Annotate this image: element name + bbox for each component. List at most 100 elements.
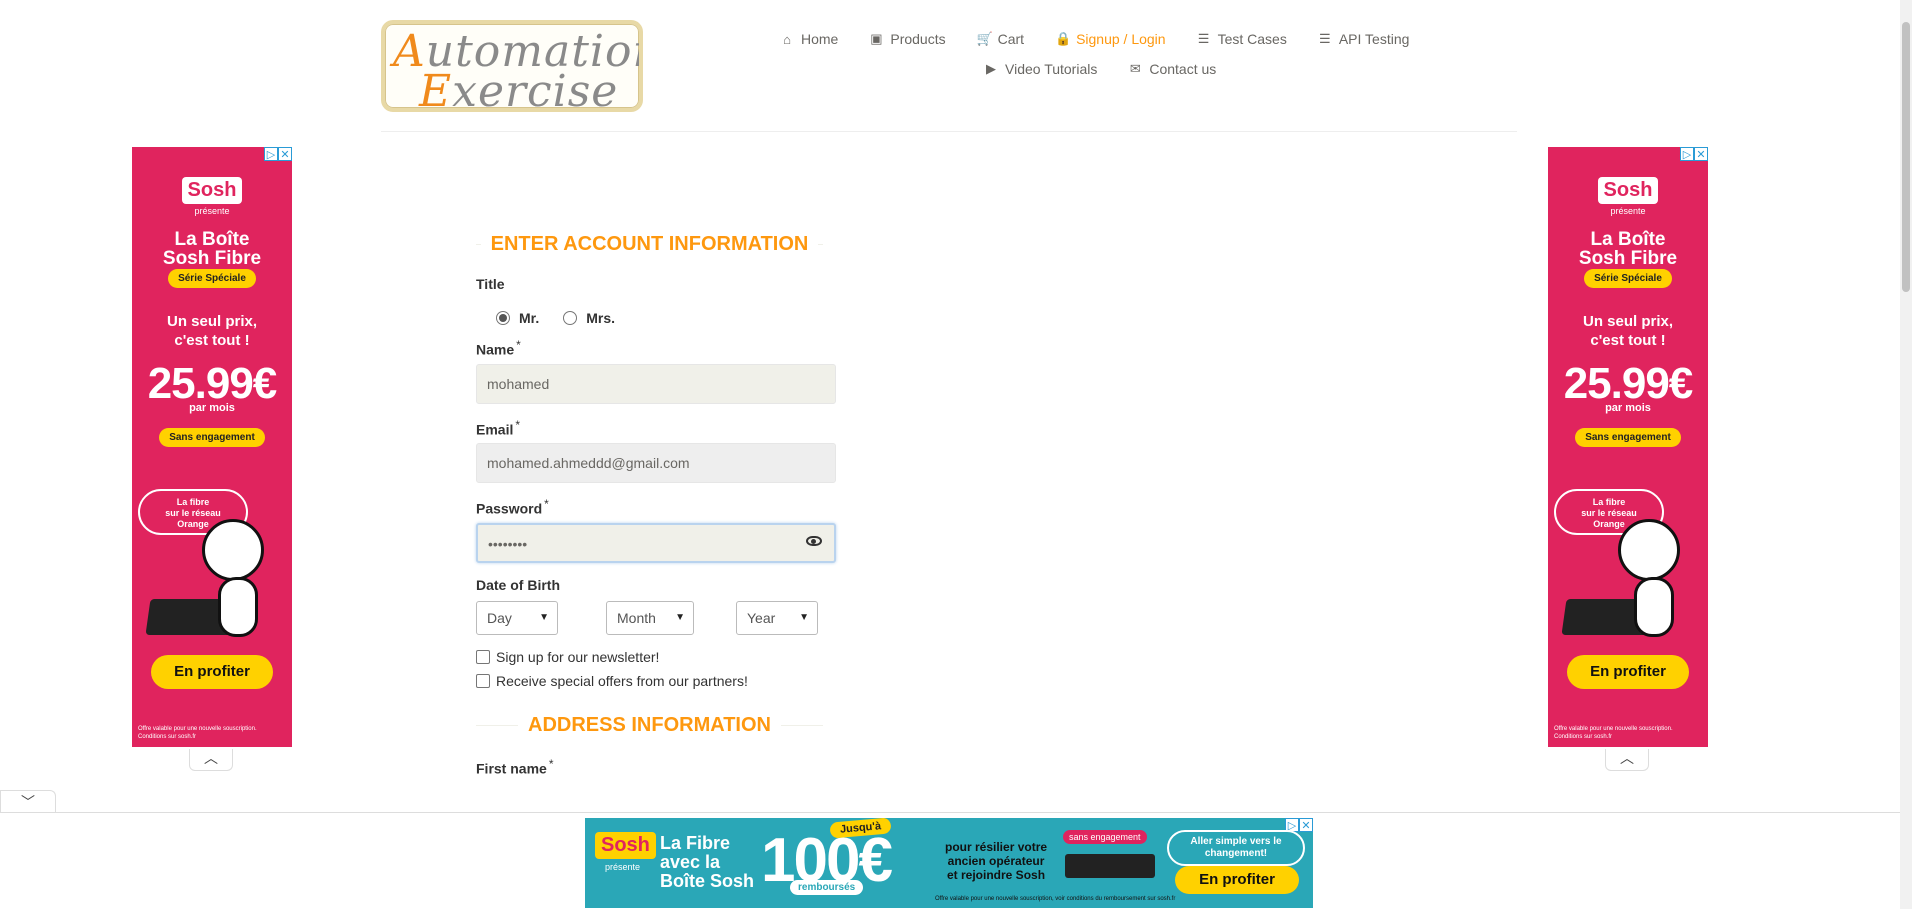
ad-fibre-line-1: La fibre (1592, 497, 1626, 507)
nav-signup-login[interactable]: 🔒 Signup / Login (1055, 31, 1166, 47)
title-mrs-radio[interactable] (563, 311, 578, 325)
ad-title: La Fibre avec la Boîte Sosh (660, 834, 754, 891)
site-logo[interactable]: Automation Exercise (381, 20, 643, 112)
title-mr-radio[interactable] (496, 311, 510, 325)
title-option-mrs[interactable]: Mrs. (563, 310, 615, 326)
ad-badge: Série Spéciale (168, 269, 256, 288)
header-divider (381, 131, 1517, 132)
ad-fibre-line-2: sur le réseau (1581, 508, 1637, 518)
email-label: Email * (476, 418, 836, 438)
ad-aller-line-1: Aller simple vers le (1190, 836, 1282, 847)
ad-mascot-body (1634, 577, 1674, 637)
newsletter-checkbox[interactable] (476, 649, 490, 664)
offers-label: Receive special offers from our partners… (496, 672, 748, 689)
ad-price: 25.99€ (147, 359, 278, 408)
ad-presents: présente (1610, 206, 1646, 216)
dob-selects: Day ▼ Month ▼ Year ▼ (476, 600, 836, 635)
adchoices-icon[interactable]: ▷ (264, 147, 278, 161)
ad-text-line-1: pour résilier votre (945, 840, 1048, 854)
ad-title-line-2: Sosh Fibre (162, 248, 262, 269)
chevron-down-icon: ▼ (675, 612, 685, 624)
ad-cta-button[interactable]: En profiter (1175, 866, 1299, 894)
ad-choices[interactable]: ▷ ✕ (264, 147, 292, 161)
name-label-text: Name (476, 341, 515, 358)
ad-title-line-2: Sosh Fibre (1578, 248, 1678, 269)
chevron-down-icon: ﹀ (21, 794, 35, 810)
ad-fine-print: Offre valable pour une nouvelle souscrip… (935, 896, 1176, 902)
adchoices-icon[interactable]: ▷ (1680, 147, 1694, 161)
ad-prix: Un seul prix, c'est tout ! (1548, 312, 1708, 350)
newsletter-row[interactable]: Sign up for our newsletter! (476, 649, 836, 665)
youtube-icon: ▶ (986, 61, 996, 76)
main-nav: ⌂ Home ▣ Products 🛒 Cart 🔒 Signup / Login ☰ Test … (780, 28, 1440, 80)
list-icon: ☰ (1197, 31, 1210, 46)
account-info-heading: ENTER ACCOUNT INFORMATION (476, 224, 823, 264)
nav-video-tutorials[interactable]: ▶ Video Tutorials (984, 61, 1097, 77)
name-input[interactable]: mohamed (476, 363, 836, 404)
ad-mascot-head (1618, 519, 1680, 581)
password-label-text: Password (476, 500, 543, 517)
ad-title: La Boîte Sosh Fibre (1548, 230, 1708, 268)
ad-router-image (1065, 854, 1155, 878)
offers-checkbox[interactable] (476, 673, 490, 688)
ad-fine-line-2: Conditions sur sosh.fr (1554, 734, 1613, 740)
nav-api-testing[interactable]: ☰ API Testing (1318, 31, 1409, 47)
close-icon[interactable]: ✕ (1694, 147, 1708, 161)
collapse-left-ad-button[interactable]: ︿ (189, 749, 233, 771)
ad-choices[interactable]: ▷ ✕ (1680, 147, 1708, 161)
offers-row[interactable]: Receive special offers from our partners… (476, 673, 836, 689)
nav-test-cases[interactable]: ☰ Test Cases (1197, 31, 1287, 47)
ad-prix-line-2: c'est tout ! (174, 332, 250, 349)
ad-prix-line-1: Un seul prix, (166, 313, 258, 330)
ad-rembourses: remboursés (790, 880, 864, 895)
email-label-text: Email (476, 421, 514, 438)
ad-title-line-1: La Fibre (660, 833, 731, 853)
title-option-mr[interactable]: Mr. (496, 310, 539, 326)
chevron-up-icon: ︿ (204, 750, 218, 766)
nav-cart[interactable]: 🛒 Cart (977, 31, 1024, 47)
ad-engagement: Sans engagement (1575, 428, 1681, 447)
side-ad-right[interactable]: ▷ ✕ Sosh présente La Boîte Sosh Fibre Sé… (1548, 147, 1708, 747)
side-ad-left[interactable]: ▷ ✕ Sosh présente La Boîte Sosh Fibre Sé… (132, 147, 292, 747)
ad-prix-line-2: c'est tout ! (1590, 332, 1666, 349)
password-input[interactable]: •••••••• (476, 522, 836, 563)
dob-year-select[interactable]: Year ▼ (736, 600, 818, 635)
newsletter-label: Sign up for our newsletter! (496, 648, 660, 665)
address-info-title: ADDRESS INFORMATION (518, 713, 781, 736)
ad-engagement: Sans engagement (159, 428, 265, 447)
first-name-label-text: First name (476, 760, 547, 777)
collapse-right-ad-button[interactable]: ︿ (1605, 749, 1649, 771)
ad-text: pour résilier votre ancien opérateur et … (945, 840, 1047, 882)
ad-fine-line-2: Conditions sur sosh.fr (138, 734, 197, 740)
close-icon[interactable]: ✕ (278, 147, 292, 161)
scrollbar-thumb[interactable] (1902, 22, 1910, 292)
ad-title-line-1: La Boîte (174, 229, 250, 250)
collapse-bottom-ad-button[interactable]: ﹀ (0, 790, 56, 814)
nav-label: Signup / Login (1076, 31, 1166, 47)
nav-row-primary: ⌂ Home ▣ Products 🛒 Cart 🔒 Signup / Login ☰ Test … (780, 28, 1440, 50)
ad-aller-line-2: changement! (1204, 848, 1268, 859)
ad-brand-logo: Sosh (1597, 177, 1659, 204)
nav-products[interactable]: ▣ Products (869, 31, 945, 47)
dob-day-select[interactable]: Day ▼ (476, 600, 558, 635)
ad-text-line-2: ancien opérateur (947, 854, 1045, 868)
ad-cta-button[interactable]: En profiter (151, 655, 273, 689)
page-scrollbar[interactable] (1900, 0, 1912, 909)
email-input[interactable]: mohamed.ahmeddd@gmail.com (476, 443, 836, 484)
chevron-up-icon: ︿ (1620, 750, 1634, 766)
title-mr-label: Mr. (519, 310, 540, 326)
close-icon[interactable]: ✕ (1299, 818, 1313, 832)
dob-month-select[interactable]: Month ▼ (606, 600, 694, 635)
eye-icon[interactable] (806, 535, 822, 546)
ad-cta-button[interactable]: En profiter (1567, 655, 1689, 689)
nav-label: Test Cases (1217, 31, 1287, 47)
cart-icon: 🛒 (976, 31, 993, 46)
title-radio-group: Mr. Mrs. (496, 310, 836, 326)
nav-contact-us[interactable]: ✉ Contact us (1128, 61, 1216, 77)
bottom-banner-ad[interactable]: ▷ ✕ Sosh présente La Fibre avec la Boîte… (585, 818, 1313, 908)
ad-fine-line-1: Offre valable pour une nouvelle souscrip… (138, 726, 257, 732)
nav-label: Cart (997, 31, 1025, 47)
first-name-label: First name * (476, 757, 836, 777)
ad-price: 25.99€ (1563, 359, 1694, 408)
nav-home[interactable]: ⌂ Home (780, 31, 838, 47)
